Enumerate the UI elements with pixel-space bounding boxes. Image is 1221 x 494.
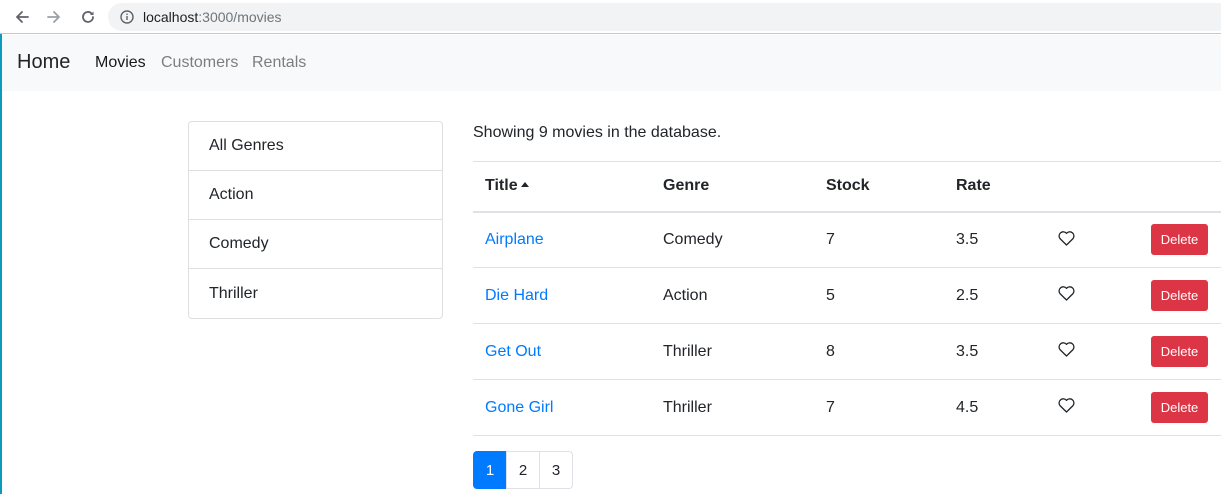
genre-item-comedy[interactable]: Comedy — [189, 220, 442, 269]
table-header-row: Title Genre Stock Rate — [473, 161, 1221, 212]
table-row: Gone Girl Thriller 7 4.5 Delete — [473, 380, 1221, 436]
page-link-3[interactable]: 3 — [539, 451, 573, 489]
movie-count-summary: Showing 9 movies in the database. — [473, 124, 722, 141]
column-header-genre[interactable]: Genre — [651, 162, 814, 212]
pagination: 1 2 3 — [473, 451, 573, 489]
column-header-title[interactable]: Title — [473, 162, 651, 212]
genre-item-thriller[interactable]: Thriller — [189, 269, 442, 318]
cell-genre: Thriller — [663, 398, 712, 416]
heart-outline-icon[interactable] — [1056, 229, 1076, 247]
delete-button[interactable]: Delete — [1151, 224, 1208, 256]
reload-icon — [82, 11, 94, 23]
heart-outline-icon[interactable] — [1056, 397, 1076, 415]
delete-button[interactable]: Delete — [1151, 392, 1208, 423]
movie-title-link[interactable]: Airplane — [485, 231, 544, 248]
forward-button[interactable] — [42, 5, 66, 29]
cell-delete: Delete — [1129, 380, 1221, 436]
browser-toolbar: localhost:3000/movies — [0, 0, 1221, 34]
cell-like — [1034, 212, 1129, 268]
url-path: :3000/movies — [198, 9, 282, 25]
movie-title-link[interactable]: Gone Girl — [485, 399, 553, 416]
delete-button[interactable]: Delete — [1151, 280, 1208, 311]
table-row: Get Out Thriller 8 3.5 Delete — [473, 324, 1221, 380]
movie-title-link[interactable]: Get Out — [485, 343, 541, 360]
page-link-2[interactable]: 2 — [506, 451, 540, 489]
cell-genre: Comedy — [663, 230, 723, 248]
arrow-left-icon — [16, 11, 29, 23]
table-row: Die Hard Action 5 2.5 Delete — [473, 268, 1221, 324]
genre-list: All Genres Action Comedy Thriller — [188, 121, 443, 319]
table-row: Airplane Comedy 7 3.5 Delete — [473, 212, 1221, 268]
cell-rate: 3.5 — [956, 342, 979, 360]
url-host: localhost — [143, 9, 199, 25]
cell-title: Die Hard — [473, 268, 651, 324]
window-edge — [0, 34, 2, 494]
movie-title-link[interactable]: Die Hard — [485, 287, 548, 304]
url-text: localhost:3000/movies — [143, 9, 282, 25]
cell-delete: Delete — [1129, 212, 1221, 268]
column-header-delete — [1129, 162, 1221, 212]
cell-rate: 2.5 — [956, 286, 979, 304]
cell-stock: 5 — [826, 286, 835, 304]
cell-like — [1034, 380, 1129, 436]
cell-delete: Delete — [1129, 268, 1221, 324]
nav-link-movies[interactable]: Movies — [95, 54, 146, 72]
back-button[interactable] — [10, 5, 34, 29]
heart-outline-icon[interactable] — [1056, 285, 1076, 303]
column-header-title-label: Title — [485, 177, 518, 195]
cell-rate: 4.5 — [956, 398, 979, 416]
arrow-right-icon — [47, 11, 60, 23]
cell-like — [1034, 268, 1129, 324]
column-header-rate[interactable]: Rate — [944, 162, 1034, 212]
nav-link-rentals[interactable]: Rentals — [252, 54, 306, 72]
cell-genre: Action — [663, 286, 708, 304]
cell-rate: 3.5 — [956, 230, 979, 248]
movies-table: Title Genre Stock Rate Airplane Comedy 7… — [473, 161, 1221, 436]
column-header-like — [1034, 162, 1129, 212]
address-bar[interactable]: localhost:3000/movies — [108, 3, 1221, 31]
cell-genre: Thriller — [663, 342, 712, 360]
app-navbar: Home Movies Customers Rentals — [2, 35, 1221, 91]
cell-stock: 7 — [826, 230, 835, 248]
cell-title: Airplane — [473, 212, 651, 268]
heart-outline-icon[interactable] — [1056, 341, 1076, 359]
cell-title: Gone Girl — [473, 380, 651, 436]
cell-stock: 7 — [826, 398, 835, 416]
caret-up-icon — [520, 182, 529, 188]
delete-button[interactable]: Delete — [1151, 336, 1208, 367]
nav-link-customers[interactable]: Customers — [161, 54, 238, 72]
brand-home-link[interactable]: Home — [17, 51, 70, 74]
reload-button[interactable] — [76, 5, 100, 29]
column-header-stock[interactable]: Stock — [814, 162, 944, 212]
cell-title: Get Out — [473, 324, 651, 380]
page-link-1[interactable]: 1 — [473, 451, 507, 489]
cell-stock: 8 — [826, 342, 835, 360]
cell-delete: Delete — [1129, 324, 1221, 380]
genre-item-action[interactable]: Action — [189, 171, 442, 220]
cell-like — [1034, 324, 1129, 380]
genre-item-all[interactable]: All Genres — [189, 122, 442, 171]
info-icon[interactable] — [120, 10, 134, 24]
